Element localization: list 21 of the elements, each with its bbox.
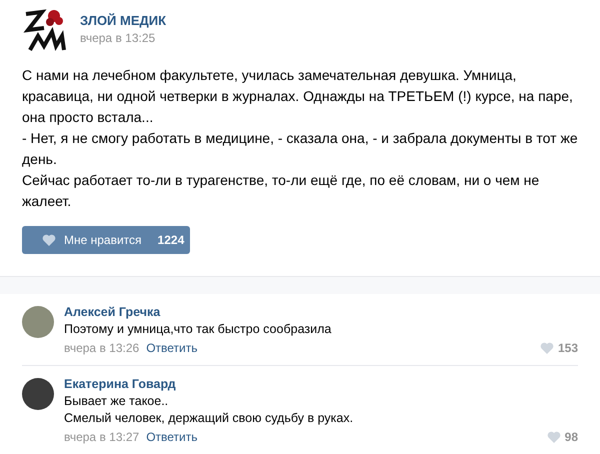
post-text: Сейчас работает то-ли в турагенстве, то-ли ещё где, по её словам, ни о чем не жалеет.: [22, 171, 540, 211]
post-text: С нами на лечебном факультете, училась замечательная девушка. Умница, красавица, ни одной четверки в журналах. Однажды на ТРЕТЬЕМ (!) курсе, на паре, она просто встала...: [22, 66, 574, 127]
like-button[interactable]: Мне нравится 1224: [22, 226, 190, 254]
avatar[interactable]: [22, 378, 54, 410]
post-text: - Нет, я не смогу работать в медицине, - сказала она, - и забрала документы в тот же день.: [22, 129, 578, 169]
comment-text: Смелый человек, держащий свою судьбу в руках.: [64, 410, 354, 427]
author-name[interactable]: ЗЛОЙ МЕДИК: [80, 12, 166, 30]
like-count[interactable]: 98: [564, 428, 578, 446]
like-count[interactable]: 153: [558, 339, 578, 357]
heart-icon: [540, 342, 554, 354]
reply-link[interactable]: Ответить: [146, 428, 198, 446]
comment-text: Бывает же такое..: [64, 393, 170, 410]
post-time[interactable]: вчера в 13:25: [80, 30, 166, 46]
comment-text: Поэтому и умница,что так быстро сообразила: [64, 321, 332, 338]
comment-time[interactable]: вчера в 13:27: [64, 428, 140, 446]
heart-icon: [546, 431, 561, 443]
reply-link[interactable]: Ответить: [146, 340, 198, 356]
comment-author[interactable]: Екатерина Говард: [64, 376, 578, 393]
heart-icon: [42, 234, 56, 246]
comment-author[interactable]: Алексей Гречка: [64, 304, 578, 321]
comment-time[interactable]: вчера в 13:26: [64, 340, 140, 356]
